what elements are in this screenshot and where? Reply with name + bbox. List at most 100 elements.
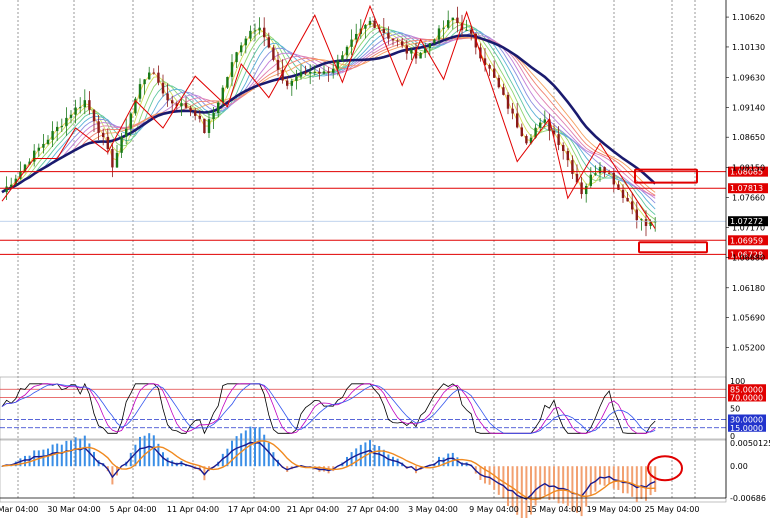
macd-bar (143, 435, 146, 467)
candle-body (10, 184, 13, 187)
candle-body (539, 122, 542, 128)
candle-body (65, 117, 68, 127)
candle-body (240, 45, 243, 53)
y-tick-label: 1.07170 (732, 223, 765, 232)
x-tick-label: 3 May 04:00 (408, 505, 458, 514)
candle-body (51, 131, 54, 140)
macd-bar (240, 433, 243, 467)
macd-bar (635, 466, 638, 502)
y-tick-label: 1.06680 (732, 253, 765, 262)
candle-body (235, 52, 238, 63)
candle-body (221, 87, 224, 103)
candle-body (148, 72, 151, 80)
x-tick-label: 19 May 04:00 (587, 505, 642, 514)
macd-bar (249, 426, 252, 467)
candle-body (387, 33, 390, 39)
candle-body (272, 47, 275, 60)
candle-body (106, 137, 109, 150)
macd-bar (24, 455, 26, 467)
candle-body (166, 93, 169, 101)
candle-body (304, 72, 307, 74)
candle-body (56, 126, 59, 132)
macd-bar (617, 466, 620, 490)
macd-bar (520, 466, 523, 518)
candle-body (608, 172, 611, 174)
candle-body (102, 132, 105, 138)
macd-bar (74, 437, 77, 467)
macd-bar (392, 456, 394, 467)
candle-body (396, 40, 399, 42)
candle-body (42, 143, 45, 148)
macd-bar (378, 446, 381, 467)
y-tick-label: 1.05200 (732, 344, 765, 353)
candle-body (318, 71, 321, 74)
candle-body (92, 109, 96, 122)
macd-bar (263, 434, 266, 467)
candle-body (433, 39, 436, 44)
macd-bar (645, 466, 647, 501)
macd-bar (373, 444, 376, 467)
candle-body (152, 72, 155, 74)
macd-y-tick: 0.00501250 (730, 439, 770, 448)
candle-body (470, 29, 473, 34)
macd-bar (387, 454, 390, 467)
x-tick-label: 27 Apr 04:00 (347, 505, 399, 514)
candle-body (520, 127, 523, 137)
macd-bar (258, 427, 261, 467)
macd-bar (497, 466, 500, 495)
candle-body (295, 76, 298, 81)
candle-body (138, 84, 142, 99)
macd-bar (649, 466, 652, 496)
candle-body (161, 82, 165, 94)
candle-body (263, 27, 266, 38)
candle-body (143, 79, 146, 85)
candle-body (309, 72, 312, 74)
candle-body (336, 60, 339, 69)
candle-body (640, 219, 643, 221)
candle-body (111, 149, 114, 168)
candle-body (207, 119, 211, 134)
x-tick-label: Mar 04:00 (0, 505, 38, 514)
macd-bar (79, 438, 82, 467)
candle-body (226, 76, 229, 88)
candle-body (267, 37, 270, 48)
macd-bar (488, 466, 491, 485)
candle-body (83, 100, 86, 108)
macd-bar (539, 466, 542, 500)
candle-body (184, 103, 188, 108)
candle-body (79, 107, 82, 109)
y-tick-label: 1.10130 (732, 43, 765, 52)
candle-body (69, 114, 73, 118)
macd-bar (33, 450, 36, 467)
candle-body (286, 80, 289, 86)
macd-bar (608, 466, 611, 484)
candle-body (589, 174, 592, 186)
y-tick-label: 1.08650 (732, 133, 765, 142)
candle-body (332, 68, 335, 73)
candle-body (97, 121, 100, 133)
macd-bar (599, 466, 601, 485)
candle-body (562, 145, 565, 152)
candle-body (437, 28, 441, 40)
macd-bar (47, 448, 49, 467)
rsi-y-tick: 50 (730, 405, 740, 414)
trading-chart: 1.080851.078131.069591.067281.07272 85.0… (0, 0, 770, 518)
macd-bar (543, 466, 546, 496)
candle-body (506, 94, 510, 109)
candle-body (74, 107, 77, 115)
macd-bar (56, 443, 59, 467)
macd-bar (447, 453, 450, 467)
x-tick-label: 15 May 04:00 (527, 505, 582, 514)
candle-body (364, 24, 367, 29)
macd-bar (612, 466, 615, 489)
candle-body (456, 17, 459, 24)
candle-body (203, 118, 206, 134)
y-tick-label: 1.10620 (732, 13, 765, 22)
level-label: 1.06959 (730, 236, 763, 245)
candle-body (253, 30, 257, 32)
candle-body (368, 20, 372, 25)
macd-bar (553, 466, 555, 500)
macd-bar (355, 448, 358, 467)
candle-body (447, 20, 450, 28)
candle-body (189, 107, 192, 111)
